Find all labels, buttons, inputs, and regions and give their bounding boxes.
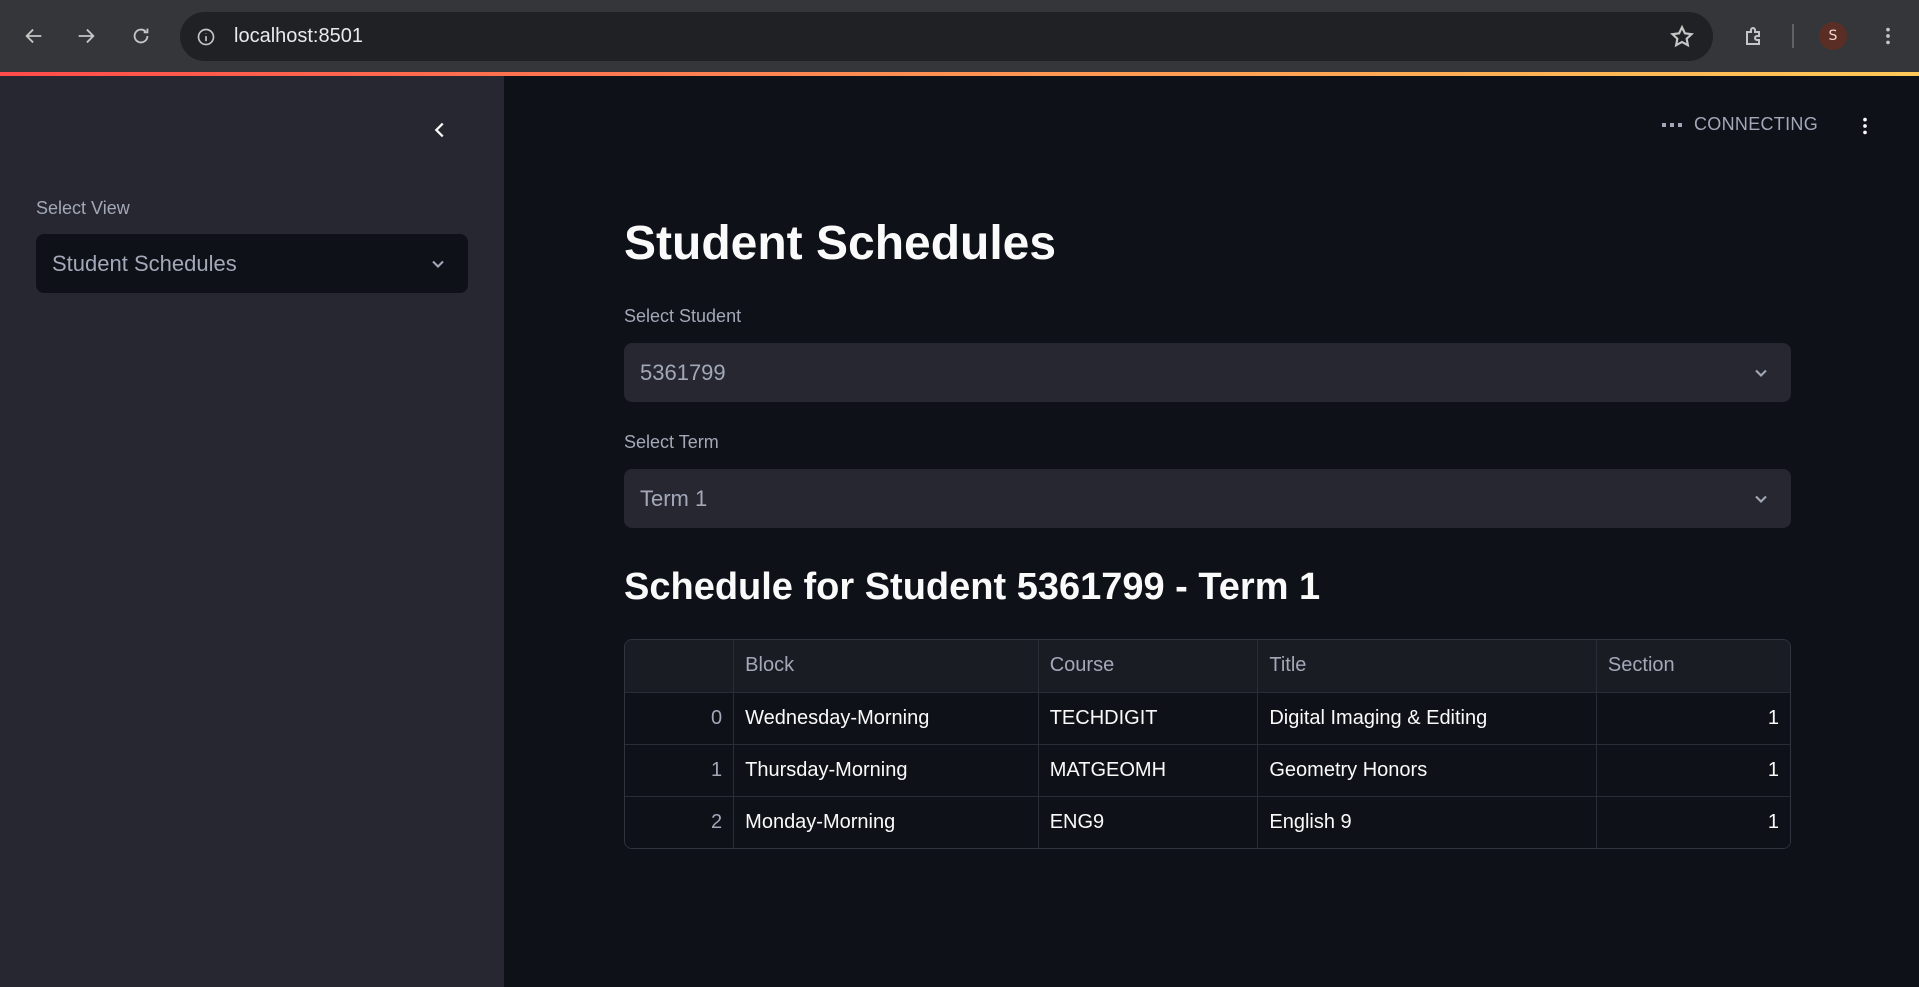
bookmark-star-icon[interactable] <box>1669 24 1695 50</box>
url-text[interactable]: localhost:8501 <box>234 25 363 48</box>
chevron-down-icon <box>432 260 444 268</box>
cell-block[interactable]: Monday-Morning <box>733 796 1039 848</box>
cell-section[interactable]: 1 <box>1596 796 1790 848</box>
collapse-sidebar-icon[interactable] <box>424 114 456 146</box>
address-bar[interactable]: localhost:8501 <box>180 12 1713 61</box>
cell-title[interactable]: Geometry Honors <box>1257 744 1597 797</box>
chrome-menu-icon[interactable] <box>1870 18 1906 54</box>
table-row: 1 Thursday-Morning MATGEOMH Geometry Hon… <box>625 744 1790 797</box>
connection-status: CONNECTING <box>1662 114 1818 135</box>
table-header-row: Block Course Title Section <box>625 640 1790 693</box>
forward-arrow-icon[interactable] <box>66 16 106 56</box>
select-term-label: Select Term <box>624 432 719 452</box>
row-index[interactable]: 0 <box>625 692 735 745</box>
cell-section[interactable]: 1 <box>1596 744 1790 797</box>
column-header-course[interactable]: Course <box>1038 640 1259 693</box>
select-term-dropdown[interactable]: Term 1 <box>624 469 1791 528</box>
status-text: CONNECTING <box>1694 114 1818 134</box>
main-menu-icon[interactable] <box>1849 110 1881 142</box>
cell-section[interactable]: 1 <box>1596 692 1790 745</box>
cell-title[interactable]: Digital Imaging & Editing <box>1257 692 1597 745</box>
cell-course[interactable]: MATGEOMH <box>1038 744 1259 797</box>
table-row: 2 Monday-Morning ENG9 English 9 1 <box>625 796 1790 848</box>
schedule-heading: Schedule for Student 5361799 - Term 1 <box>624 566 1321 608</box>
site-info-icon[interactable] <box>194 25 218 49</box>
column-header-section[interactable]: Section <box>1596 640 1790 693</box>
row-index[interactable]: 2 <box>625 796 735 848</box>
extensions-icon[interactable] <box>1736 18 1772 54</box>
sidebar: Select View Student Schedules <box>0 76 504 987</box>
select-view-dropdown[interactable]: Student Schedules <box>36 234 468 293</box>
table-row: 0 Wednesday-Morning TECHDIGIT Digital Im… <box>625 692 1790 745</box>
select-view-value: Student Schedules <box>52 250 237 276</box>
cell-course[interactable]: ENG9 <box>1038 796 1259 848</box>
column-header-index[interactable] <box>625 640 735 693</box>
schedule-table[interactable]: Block Course Title Section 0 Wednesday-M… <box>624 639 1791 849</box>
column-header-title[interactable]: Title <box>1257 640 1597 693</box>
cell-block[interactable]: Wednesday-Morning <box>733 692 1039 745</box>
browser-toolbar: localhost:8501 S <box>0 0 1919 72</box>
status-dots-icon <box>1662 122 1682 127</box>
profile-avatar[interactable]: S <box>1819 22 1847 50</box>
select-view-label: Select View <box>36 198 130 218</box>
column-header-block[interactable]: Block <box>733 640 1039 693</box>
toolbar-divider <box>1792 24 1794 48</box>
select-student-dropdown[interactable]: 5361799 <box>624 343 1791 402</box>
page-title: Student Schedules <box>624 217 1057 270</box>
cell-block[interactable]: Thursday-Morning <box>733 744 1039 797</box>
cell-course[interactable]: TECHDIGIT <box>1038 692 1259 745</box>
reload-icon[interactable] <box>121 16 161 56</box>
chevron-down-icon <box>1755 495 1767 503</box>
back-arrow-icon[interactable] <box>14 16 54 56</box>
row-index[interactable]: 1 <box>625 744 735 797</box>
chevron-down-icon <box>1755 369 1767 377</box>
main-content: CONNECTING Student Schedules Select Stud… <box>504 76 1919 987</box>
select-term-value: Term 1 <box>640 485 708 511</box>
cell-title[interactable]: English 9 <box>1257 796 1597 848</box>
select-student-label: Select Student <box>624 306 742 326</box>
select-student-value: 5361799 <box>640 359 726 385</box>
